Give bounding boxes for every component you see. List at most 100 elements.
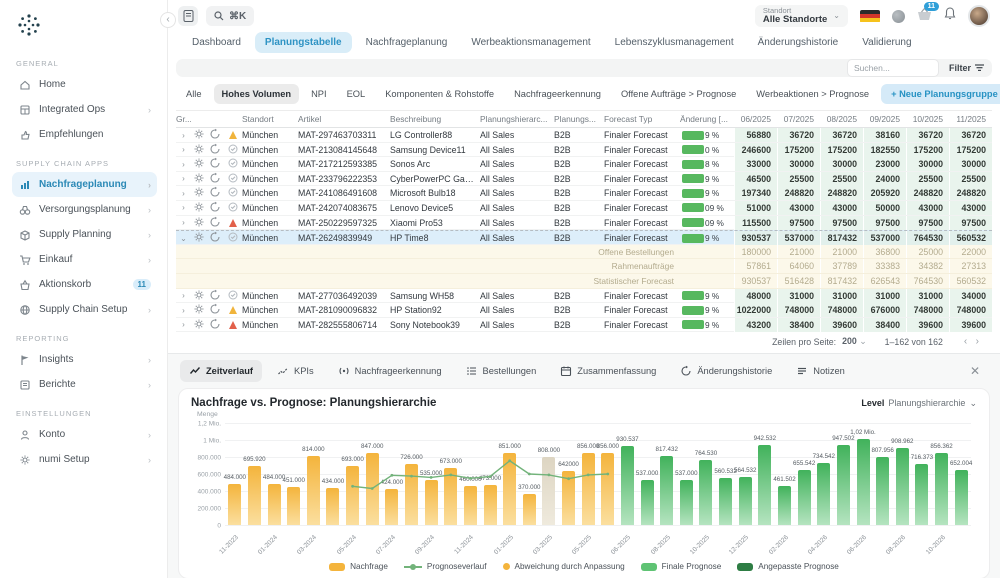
panel-tab-kpis[interactable]: KPIs [268, 360, 323, 382]
panel-tab-notizen[interactable]: Notizen [787, 360, 854, 382]
chart-bar-10-2025[interactable] [699, 460, 712, 525]
chart-bar-04-2025[interactable] [562, 471, 575, 526]
month-value-cell[interactable]: 246600 [734, 143, 777, 157]
row-settings-gear-icon[interactable] [191, 231, 207, 245]
rows-per-page-select[interactable]: 200 ⌄ [842, 336, 867, 347]
month-value-cell[interactable]: 197340 [734, 186, 777, 200]
chart-bar-01-2024[interactable] [268, 484, 281, 525]
month-value-cell[interactable]: 748000 [820, 303, 863, 317]
chart-bar-10-2026[interactable] [935, 453, 948, 526]
table-row[interactable]: ⌄MünchenMAT-26249839949HP Time8All Sales… [176, 230, 992, 245]
column-header[interactable]: Artikel [298, 114, 390, 124]
search-input[interactable]: Suchen... [847, 59, 939, 77]
month-value-cell[interactable]: 56880 [734, 128, 777, 142]
chart-bar-02-2024[interactable] [287, 487, 300, 525]
chart-bar-06-2025[interactable] [601, 453, 614, 526]
month-value-cell[interactable]: 25500 [777, 172, 820, 186]
column-header[interactable]: Planungshierarc... [480, 114, 554, 124]
segment-nachfrageerkennung[interactable]: Nachfrageerkennung [506, 84, 609, 104]
notifications-bell-icon[interactable] [944, 7, 956, 25]
month-value-cell[interactable]: 30000 [949, 157, 992, 171]
chart-bar-09-2025[interactable] [680, 480, 693, 526]
column-header[interactable]: Änderung [... [680, 114, 734, 124]
panel-tab-nachfrageerkennung[interactable]: Nachfrageerkennung [329, 360, 451, 382]
chart-bar-10-2024[interactable] [444, 468, 457, 525]
month-value-cell[interactable]: 34000 [949, 289, 992, 303]
segment-komponenten-rohstoffe[interactable]: Komponenten & Rohstoffe [377, 84, 502, 104]
expand-row-icon[interactable]: › [176, 320, 191, 329]
month-column-header[interactable]: 07/2025 [777, 114, 820, 124]
table-row[interactable]: ›MünchenMAT-250229597325Xiaomi Pro53All … [176, 216, 992, 231]
month-value-cell[interactable]: 248820 [777, 186, 820, 200]
month-value-cell[interactable]: 748000 [949, 303, 992, 317]
month-value-cell[interactable]: 33383 [863, 259, 906, 273]
chart-bar-04-2024[interactable] [326, 488, 339, 525]
segment-npi[interactable]: NPI [303, 84, 335, 104]
expand-row-icon[interactable]: › [176, 189, 191, 198]
next-page-icon[interactable]: › [973, 336, 982, 347]
month-value-cell[interactable]: 36800 [863, 245, 906, 259]
row-history-icon[interactable] [207, 231, 223, 245]
sidebar-item-integrated-ops[interactable]: Integrated Ops› [12, 97, 157, 122]
chart-bar-06-2026[interactable] [857, 439, 870, 526]
segment-offene-auftr-ge-prognose[interactable]: Offene Aufträge > Prognose [613, 84, 744, 104]
legend-item-angepasste-prognose[interactable]: Angepasste Prognose [737, 562, 839, 571]
month-value-cell[interactable]: 57861 [734, 259, 777, 273]
month-value-cell[interactable]: 21000 [820, 245, 863, 259]
chart-bar-03-2024[interactable] [307, 456, 320, 525]
month-value-cell[interactable]: 175200 [949, 143, 992, 157]
expand-row-icon[interactable]: › [176, 145, 191, 154]
chart-bar-08-2026[interactable] [896, 448, 909, 525]
month-column-header[interactable]: 11/2025 [949, 114, 992, 124]
tab-lebenszyklusmanagement[interactable]: Lebenszyklusmanagement [605, 32, 744, 53]
add-planning-group-button[interactable]: + Neue Planungsgruppe hinzufügen [881, 84, 1000, 104]
month-value-cell[interactable]: 560532 [949, 231, 992, 245]
month-value-cell[interactable]: 180000 [734, 245, 777, 259]
table-row[interactable]: ›MünchenMAT-213084145648Samsung Device11… [176, 143, 992, 158]
filter-button[interactable]: Filter [949, 63, 984, 73]
level-selector[interactable]: Level Planungshierarchie ⌄ [861, 398, 977, 409]
tab--nderungshistorie[interactable]: Änderungshistorie [748, 32, 849, 53]
month-value-cell[interactable]: 930537 [734, 231, 777, 245]
sidebar-item-berichte[interactable]: Berichte› [12, 372, 157, 397]
month-column-header[interactable]: 09/2025 [863, 114, 906, 124]
column-header[interactable]: Forecast Typ [604, 114, 680, 124]
tab-planungstabelle[interactable]: Planungstabelle [255, 32, 352, 53]
row-history-icon[interactable] [207, 128, 223, 142]
month-value-cell[interactable]: 21000 [777, 245, 820, 259]
month-value-cell[interactable]: 22000 [949, 245, 992, 259]
month-value-cell[interactable]: 33000 [734, 157, 777, 171]
sidebar-item-nachfrageplanung[interactable]: Nachfrageplanung› [12, 172, 157, 197]
month-value-cell[interactable]: 205920 [863, 186, 906, 200]
month-value-cell[interactable]: 39600 [906, 318, 949, 332]
month-value-cell[interactable]: 115500 [734, 216, 777, 230]
month-value-cell[interactable]: 43000 [906, 201, 949, 215]
table-row[interactable]: ›MünchenMAT-242074083675Lenovo Device5Al… [176, 201, 992, 216]
chart-bar-05-2025[interactable] [582, 453, 595, 526]
month-value-cell[interactable]: 560532 [949, 274, 992, 288]
month-value-cell[interactable]: 764530 [906, 274, 949, 288]
table-row[interactable]: ›MünchenMAT-217212593385Sonos ArcAll Sal… [176, 157, 992, 172]
month-value-cell[interactable]: 27313 [949, 259, 992, 273]
chart-bar-06-2025[interactable] [621, 446, 634, 525]
month-value-cell[interactable]: 39600 [949, 318, 992, 332]
segment-werbeaktionen-prognose[interactable]: Werbeaktionen > Prognose [748, 84, 877, 104]
month-value-cell[interactable]: 43200 [734, 318, 777, 332]
chart-bar-08-2024[interactable] [405, 464, 418, 526]
month-value-cell[interactable]: 36720 [949, 128, 992, 142]
chart-bar-11-2026[interactable] [955, 470, 968, 525]
month-value-cell[interactable]: 817432 [820, 274, 863, 288]
month-value-cell[interactable]: 537000 [863, 231, 906, 245]
expand-row-icon[interactable]: › [176, 160, 191, 169]
table-row[interactable]: ›MünchenMAT-281090096832HP Station92All … [176, 303, 992, 318]
row-history-icon[interactable] [207, 157, 223, 171]
month-value-cell[interactable]: 64060 [777, 259, 820, 273]
table-subrow[interactable]: Statistischer Forecast930537516428817432… [176, 274, 992, 289]
prev-page-icon[interactable]: ‹ [961, 336, 970, 347]
month-value-cell[interactable]: 537000 [777, 231, 820, 245]
month-value-cell[interactable]: 31000 [820, 289, 863, 303]
month-value-cell[interactable]: 248820 [820, 186, 863, 200]
chart-bar-12-2024[interactable] [484, 485, 497, 525]
chart-bar-12-2025[interactable] [739, 477, 752, 525]
sidebar-item-supply-chain-setup[interactable]: Supply Chain Setup› [12, 297, 157, 322]
